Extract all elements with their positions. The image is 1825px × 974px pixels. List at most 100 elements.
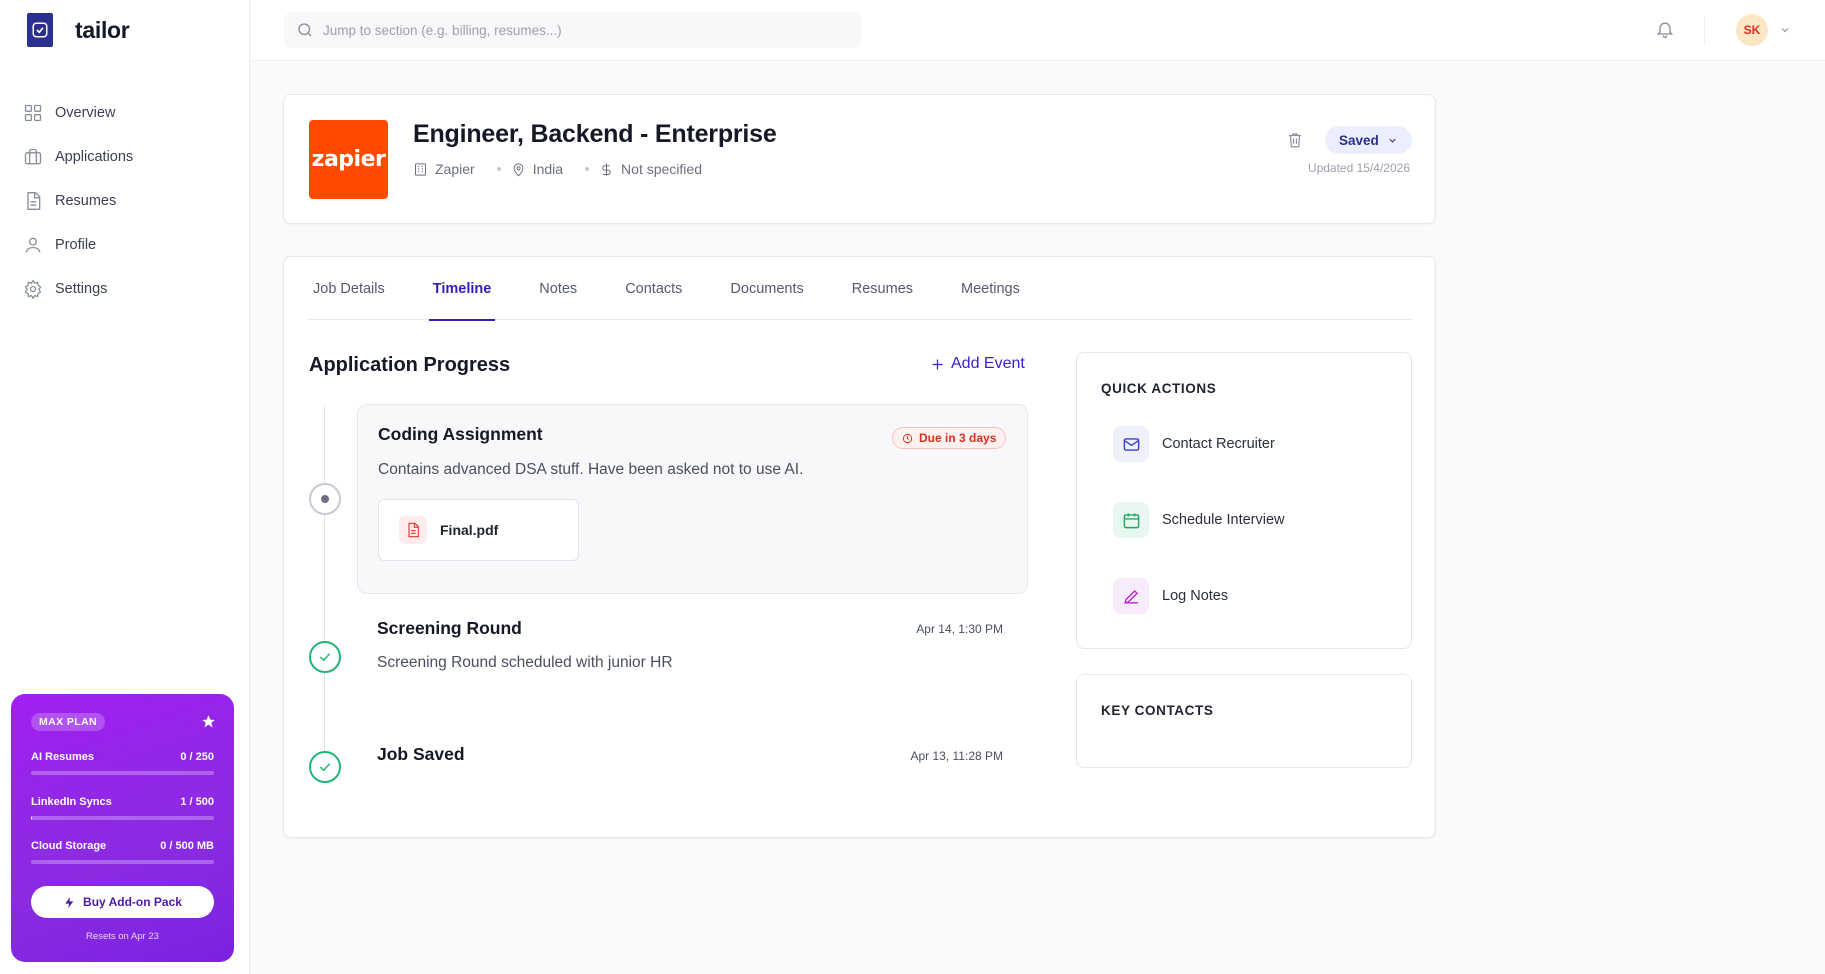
contact-recruiter-button[interactable]: Contact Recruiter: [1113, 426, 1275, 462]
tab-notes[interactable]: Notes: [535, 257, 581, 320]
brand-logo-icon: [27, 13, 53, 47]
job-meta: Zapier India Not specified: [413, 161, 702, 177]
gear-icon: [24, 279, 42, 299]
location-pin-icon: [513, 162, 524, 176]
tab-contacts[interactable]: Contacts: [621, 257, 686, 320]
building-icon: [415, 162, 426, 176]
job-title: Engineer, Backend - Enterprise: [413, 120, 777, 148]
timeline-node-pending: [309, 483, 341, 515]
event-description: Contains advanced DSA stuff. Have been a…: [378, 461, 804, 478]
add-event-button[interactable]: Add Event: [930, 355, 1025, 373]
tab-bar: Job Details Timeline Notes Contacts Docu…: [309, 257, 1412, 321]
quick-action-label: Log Notes: [1162, 588, 1229, 604]
plan-card: MAX PLAN AI Resumes 0 / 250 LinkedIn Syn…: [11, 694, 234, 962]
usage-value: 0 / 250: [180, 751, 214, 763]
document-icon: [27, 192, 41, 210]
section-title: Application Progress: [309, 354, 511, 376]
tab-meetings[interactable]: Meetings: [957, 257, 1024, 320]
status-label: Saved: [1339, 132, 1379, 148]
event-title: Job Saved: [377, 744, 465, 764]
usage-label: Cloud Storage: [31, 840, 107, 852]
schedule-interview-button[interactable]: Schedule Interview: [1113, 502, 1285, 538]
sidebar-item-label: Applications: [55, 149, 134, 165]
delete-job-button[interactable]: [1286, 131, 1304, 149]
divider: [1704, 16, 1705, 44]
usage-value: 0 / 500 MB: [160, 840, 214, 852]
search-box[interactable]: [284, 12, 861, 48]
sidebar-item-label: Resumes: [55, 193, 117, 209]
panel-heading: KEY CONTACTS: [1101, 703, 1214, 718]
job-header-card: zapier Engineer, Backend - Enterprise Za…: [283, 94, 1436, 224]
timeline-event-card[interactable]: Coding Assignment Due in 3 days Contains…: [357, 404, 1028, 594]
sidebar-item-settings[interactable]: Settings: [23, 267, 233, 311]
search-icon: [298, 23, 312, 37]
sidebar: tailor Overview Applications Resumes Pro…: [0, 0, 250, 974]
job-detail-card: Job Details Timeline Notes Contacts Docu…: [283, 256, 1436, 838]
briefcase-icon: [24, 148, 42, 165]
brand-name: tailor: [75, 16, 130, 43]
usage-bar: [31, 816, 214, 820]
attachment-file[interactable]: Final.pdf: [378, 499, 579, 561]
usage-cloud-storage: Cloud Storage 0 / 500 MB: [31, 840, 214, 864]
buy-addon-button[interactable]: Buy Add-on Pack: [31, 886, 214, 918]
meta-location: India: [511, 161, 563, 177]
company-name: Zapier: [435, 161, 475, 177]
due-badge-label: Due in 3 days: [919, 431, 997, 445]
mail-icon: [1113, 426, 1149, 462]
sidebar-item-overview[interactable]: Overview: [23, 91, 233, 135]
event-title: Coding Assignment: [378, 424, 543, 444]
usage-value: 1 / 500: [180, 796, 214, 808]
meta-salary: Not specified: [599, 161, 702, 177]
pen-icon: [1113, 578, 1149, 614]
lightning-icon: [65, 896, 74, 908]
dollar-icon: [602, 162, 611, 176]
search-input[interactable]: [323, 22, 843, 38]
tab-resumes[interactable]: Resumes: [848, 257, 917, 320]
brand[interactable]: tailor: [27, 13, 130, 47]
calendar-icon: [1113, 502, 1149, 538]
notifications-button[interactable]: [1655, 19, 1675, 39]
timeline-node-done: [309, 751, 341, 783]
event-title: Screening Round: [377, 618, 522, 638]
due-badge: Due in 3 days: [892, 427, 1007, 449]
usage-bar: [31, 771, 214, 775]
chevron-down-icon: [1389, 138, 1396, 143]
check-icon: [319, 763, 331, 772]
company-logo: zapier: [309, 120, 388, 199]
sidebar-item-resumes[interactable]: Resumes: [23, 179, 233, 223]
add-event-label: Add Event: [951, 355, 1025, 372]
key-contacts-panel: KEY CONTACTS: [1076, 674, 1412, 768]
chevron-down-icon: [1781, 28, 1789, 33]
avatar[interactable]: SK: [1736, 14, 1768, 46]
separator-dot: [496, 167, 501, 171]
timeline-node-done: [309, 641, 341, 673]
plan-reset-text: Resets on Apr 23: [86, 931, 159, 942]
clock-icon: [902, 433, 913, 443]
location: India: [532, 161, 564, 177]
grid-icon: [24, 104, 42, 122]
star-icon: [202, 715, 215, 728]
log-notes-button[interactable]: Log Notes: [1113, 578, 1228, 614]
sidebar-nav: Overview Applications Resumes Profile Se…: [23, 91, 233, 311]
sidebar-item-label: Settings: [55, 281, 108, 297]
trash-icon: [1289, 133, 1301, 148]
tab-job-details[interactable]: Job Details: [309, 257, 389, 320]
check-icon: [319, 653, 331, 662]
usage-ai-resumes: AI Resumes 0 / 250: [31, 751, 214, 775]
usage-linkedin-syncs: LinkedIn Syncs 1 / 500: [31, 796, 214, 820]
separator-dot: [585, 167, 590, 171]
tab-documents[interactable]: Documents: [726, 257, 807, 320]
updated-date: Updated 15/4/2026: [1307, 161, 1410, 175]
pending-dot: [321, 495, 329, 503]
user-icon: [25, 237, 41, 253]
usage-bar: [31, 860, 214, 864]
tab-timeline[interactable]: Timeline: [428, 257, 496, 321]
timeline-line: [324, 405, 325, 780]
buy-addon-label: Buy Add-on Pack: [83, 895, 182, 909]
account-menu-button[interactable]: [1779, 23, 1791, 35]
status-dropdown[interactable]: Saved: [1325, 126, 1412, 154]
salary: Not specified: [621, 161, 702, 177]
sidebar-item-applications[interactable]: Applications: [23, 135, 233, 179]
quick-actions-panel: QUICK ACTIONS Contact Recruiter Schedule…: [1076, 352, 1412, 649]
sidebar-item-profile[interactable]: Profile: [23, 223, 233, 267]
